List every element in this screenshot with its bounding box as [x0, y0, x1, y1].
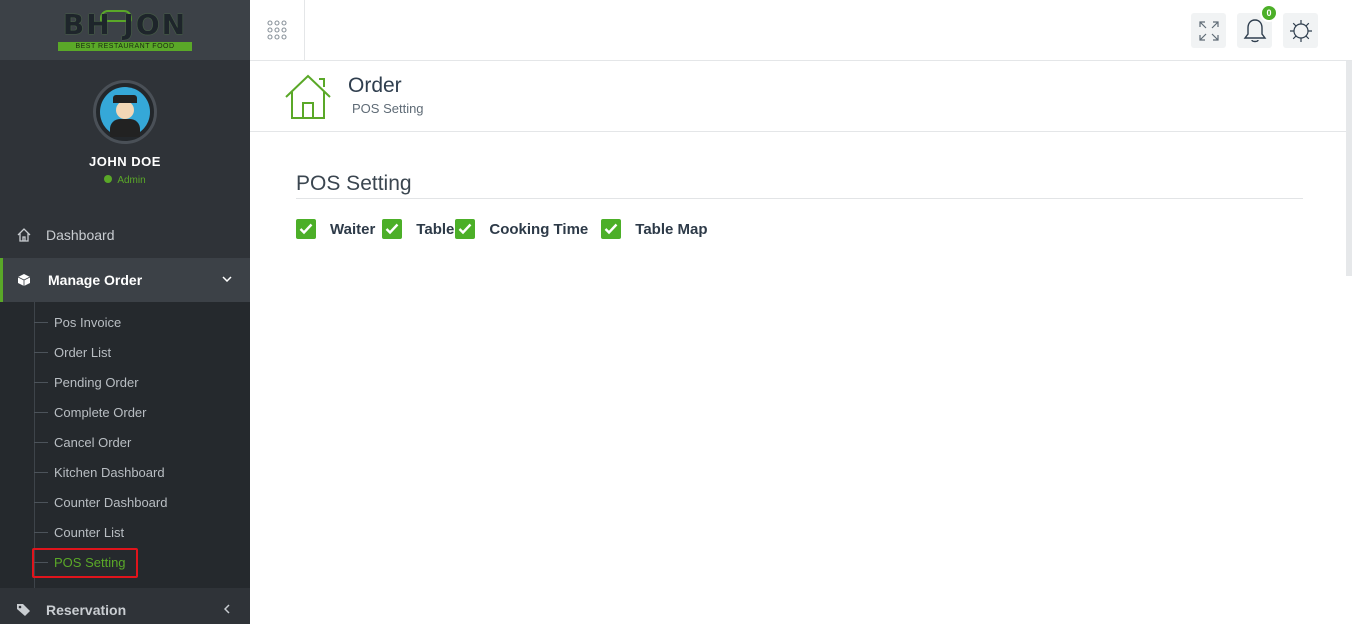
submenu-item-pending-order[interactable]: Pending Order [34, 372, 139, 392]
gear-icon[interactable] [1283, 13, 1318, 48]
logo[interactable]: BH JON BEST RESTAURANT FOOD [0, 0, 250, 60]
page-title: Order [348, 74, 402, 97]
cooking-time-checkbox[interactable] [455, 219, 476, 239]
notification-badge: 0 [1260, 4, 1278, 22]
page-subtitle: POS Setting [352, 101, 424, 116]
apps-grid-icon[interactable] [250, 0, 305, 60]
submenu-item-cancel-order[interactable]: Cancel Order [34, 432, 131, 452]
sidebar-item-dashboard[interactable]: Dashboard [0, 213, 250, 257]
sidebar-item-manage-order[interactable]: Manage Order [0, 258, 250, 302]
user-profile: JOHN DOE Admin [0, 60, 250, 208]
profile-name: JOHN DOE [89, 154, 161, 169]
table-map-label: Table Map [635, 220, 708, 238]
submenu-item-pos-invoice[interactable]: Pos Invoice [34, 312, 121, 332]
table-label: Table [416, 220, 455, 238]
top-navbar: 0 [250, 0, 1352, 61]
chevron-down-icon [220, 272, 234, 286]
table-checkbox[interactable] [382, 219, 403, 239]
cube-icon [14, 273, 34, 287]
selection-highlight [32, 548, 138, 578]
submenu-item-kitchen-dashboard[interactable]: Kitchen Dashboard [34, 462, 165, 482]
sidebar-item-label: Manage Order [48, 272, 143, 288]
table-map-checkbox[interactable] [601, 219, 622, 239]
page-header: Order POS Setting [250, 61, 1352, 132]
avatar[interactable] [93, 80, 157, 144]
profile-role: Admin [0, 175, 250, 186]
waiter-checkbox[interactable] [296, 219, 316, 239]
submenu-item-complete-order[interactable]: Complete Order [34, 402, 146, 422]
main-content: POS Setting Waiter Table Cooking Time Ta… [250, 132, 1352, 624]
sidebar-item-label: Dashboard [46, 227, 115, 243]
fullscreen-icon[interactable] [1191, 13, 1226, 48]
logo-tagline: BEST RESTAURANT FOOD [58, 42, 192, 51]
logo-text: BH JON [62, 7, 188, 41]
pos-settings-options: Waiter Table Cooking Time Table Map [296, 219, 708, 239]
tags-icon [14, 603, 34, 617]
online-status-dot [104, 175, 113, 184]
submenu-item-counter-list[interactable]: Counter List [34, 522, 124, 542]
home-icon [14, 227, 34, 243]
submenu-item-order-list[interactable]: Order List [34, 342, 111, 362]
cooking-time-label: Cooking Time [489, 220, 589, 238]
sidebar-item-reservation[interactable]: Reservation [0, 588, 250, 624]
profile-role-label: Admin [117, 175, 146, 186]
home-icon [284, 73, 332, 121]
sidebar: BH JON BEST RESTAURANT FOOD JOHN DOE Adm… [0, 0, 250, 624]
divider [296, 198, 1303, 199]
chevron-left-icon [220, 602, 234, 616]
submenu-item-counter-dashboard[interactable]: Counter Dashboard [34, 492, 167, 512]
waiter-label: Waiter [330, 220, 376, 238]
sidebar-item-label: Reservation [46, 602, 127, 618]
scrollbar[interactable] [1346, 61, 1352, 276]
section-title: POS Setting [296, 172, 412, 195]
